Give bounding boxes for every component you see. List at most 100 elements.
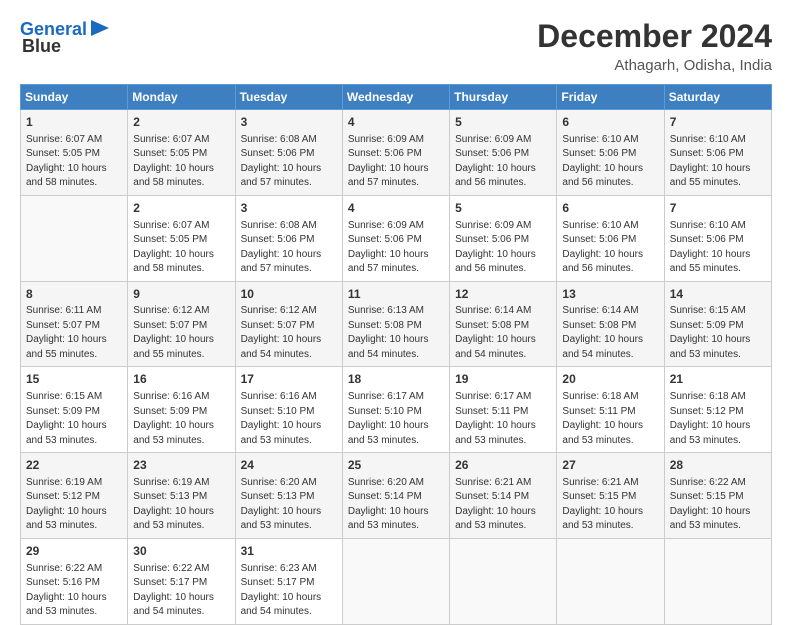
day-number: 13 [562, 286, 658, 303]
logo-arrow-icon [91, 20, 109, 36]
day-number: 2 [133, 200, 229, 217]
day-info: Sunrise: 6:20 AMSunset: 5:13 PMDaylight:… [241, 476, 337, 534]
day-info: Sunrise: 6:21 AMSunset: 5:14 PMDaylight:… [455, 476, 551, 534]
calendar-cell: 23Sunrise: 6:19 AMSunset: 5:13 PMDayligh… [128, 453, 235, 539]
day-info: Sunrise: 6:10 AMSunset: 5:06 PMDaylight:… [562, 219, 658, 277]
title-block: December 2024 Athagarh, Odisha, India [537, 18, 772, 74]
day-number: 12 [455, 286, 551, 303]
calendar-cell: 11Sunrise: 6:13 AMSunset: 5:08 PMDayligh… [342, 281, 449, 367]
day-number: 5 [455, 114, 551, 131]
calendar-cell [664, 538, 771, 624]
day-info: Sunrise: 6:22 AMSunset: 5:15 PMDaylight:… [670, 476, 766, 534]
calendar-cell: 1Sunrise: 6:07 AMSunset: 5:05 PMDaylight… [21, 110, 128, 196]
day-number: 27 [562, 457, 658, 474]
day-info: Sunrise: 6:22 AMSunset: 5:17 PMDaylight:… [133, 562, 229, 620]
calendar-cell: 5Sunrise: 6:09 AMSunset: 5:06 PMDaylight… [450, 195, 557, 281]
day-number: 16 [133, 371, 229, 388]
day-number: 3 [241, 114, 337, 131]
day-number: 21 [670, 371, 766, 388]
calendar-cell: 14Sunrise: 6:15 AMSunset: 5:09 PMDayligh… [664, 281, 771, 367]
col-saturday: Saturday [664, 85, 771, 110]
day-number: 8 [26, 286, 122, 303]
calendar-header-row: Sunday Monday Tuesday Wednesday Thursday… [21, 85, 772, 110]
day-number: 17 [241, 371, 337, 388]
calendar-cell: 16Sunrise: 6:16 AMSunset: 5:09 PMDayligh… [128, 367, 235, 453]
day-info: Sunrise: 6:23 AMSunset: 5:17 PMDaylight:… [241, 562, 337, 620]
col-friday: Friday [557, 85, 664, 110]
calendar-cell: 25Sunrise: 6:20 AMSunset: 5:14 PMDayligh… [342, 453, 449, 539]
calendar-cell: 29 Sunrise: 6:22 AMSunset: 5:16 PMDayligh… [21, 538, 128, 624]
day-number: 1 [26, 114, 122, 131]
calendar-cell: 7Sunrise: 6:10 AMSunset: 5:06 PMDaylight… [664, 195, 771, 281]
day-number: 9 [133, 286, 229, 303]
col-tuesday: Tuesday [235, 85, 342, 110]
day-info: Sunrise: 6:18 AMSunset: 5:11 PMDaylight:… [562, 390, 658, 448]
day-info: Sunrise: 6:14 AMSunset: 5:08 PMDaylight:… [455, 304, 551, 362]
day-info: Sunrise: 6:22 AMSunset: 5:16 PMDaylight:… [26, 562, 122, 620]
day-info: Sunrise: 6:19 AMSunset: 5:12 PMDaylight:… [26, 476, 122, 534]
day-number: 20 [562, 371, 658, 388]
calendar-cell: 7 Sunrise: 6:10 AMSunset: 5:06 PMDaylight… [664, 110, 771, 196]
calendar-cell: 22 Sunrise: 6:19 AMSunset: 5:12 PMDayligh… [21, 453, 128, 539]
day-number: 28 [670, 457, 766, 474]
day-number: 6 [562, 200, 658, 217]
day-info: Sunrise: 6:11 AMSunset: 5:07 PMDaylight:… [26, 304, 122, 362]
col-thursday: Thursday [450, 85, 557, 110]
day-info: Sunrise: 6:10 AMSunset: 5:06 PMDaylight:… [562, 133, 658, 191]
day-number: 7 [670, 114, 766, 131]
logo-blue-text: Blue [22, 37, 61, 57]
day-info: Sunrise: 6:17 AMSunset: 5:10 PMDaylight:… [348, 390, 444, 448]
calendar-page: General Blue December 2024 Athagarh, Odi… [0, 0, 792, 612]
day-number: 18 [348, 371, 444, 388]
page-header: General Blue December 2024 Athagarh, Odi… [20, 18, 772, 74]
day-info: Sunrise: 6:10 AMSunset: 5:06 PMDaylight:… [670, 133, 766, 191]
day-number: 15 [26, 371, 122, 388]
day-info: Sunrise: 6:12 AMSunset: 5:07 PMDaylight:… [133, 304, 229, 362]
day-number: 4 [348, 200, 444, 217]
calendar-cell: 3 Sunrise: 6:08 AMSunset: 5:06 PMDaylight… [235, 195, 342, 281]
calendar-cell: 5Sunrise: 6:09 AMSunset: 5:06 PMDaylight… [450, 110, 557, 196]
calendar-cell: 17 Sunrise: 6:16 AMSunset: 5:10 PMDayligh… [235, 367, 342, 453]
calendar-cell: 6 Sunrise: 6:10 AMSunset: 5:06 PMDaylight… [557, 195, 664, 281]
calendar-cell: 28 Sunrise: 6:22 AMSunset: 5:15 PMDayligh… [664, 453, 771, 539]
calendar-cell [342, 538, 449, 624]
calendar-cell: 26Sunrise: 6:21 AMSunset: 5:14 PMDayligh… [450, 453, 557, 539]
day-number: 30 [133, 543, 229, 560]
day-info: Sunrise: 6:19 AMSunset: 5:13 PMDaylight:… [133, 476, 229, 534]
logo: General Blue [20, 18, 109, 57]
day-info: Sunrise: 6:17 AMSunset: 5:11 PMDaylight:… [455, 390, 551, 448]
location-text: Athagarh, Odisha, India [537, 57, 772, 74]
day-info: Sunrise: 6:13 AMSunset: 5:08 PMDaylight:… [348, 304, 444, 362]
calendar-cell: 4 Sunrise: 6:09 AMSunset: 5:06 PMDaylight… [342, 195, 449, 281]
calendar-cell: 2Sunrise: 6:07 AMSunset: 5:05 PMDaylight… [128, 110, 235, 196]
calendar-cell: 15Sunrise: 6:15 AMSunset: 5:09 PMDayligh… [21, 367, 128, 453]
day-number: 2 [133, 114, 229, 131]
day-number: 3 [241, 200, 337, 217]
day-info: Sunrise: 6:08 AMSunset: 5:06 PMDaylight:… [241, 133, 337, 191]
calendar-cell: 9Sunrise: 6:12 AMSunset: 5:07 PMDaylight… [128, 281, 235, 367]
calendar-cell: 4Sunrise: 6:09 AMSunset: 5:06 PMDaylight… [342, 110, 449, 196]
day-number: 22 [26, 457, 122, 474]
calendar-cell: 24Sunrise: 6:20 AMSunset: 5:13 PMDayligh… [235, 453, 342, 539]
calendar-cell: 30 Sunrise: 6:22 AMSunset: 5:17 PMDayligh… [128, 538, 235, 624]
day-info: Sunrise: 6:16 AMSunset: 5:10 PMDaylight:… [241, 390, 337, 448]
day-info: Sunrise: 6:09 AMSunset: 5:06 PMDaylight:… [348, 219, 444, 277]
calendar-week-3: 8Sunrise: 6:11 AMSunset: 5:07 PMDaylight… [21, 281, 772, 367]
calendar-cell: 21Sunrise: 6:18 AMSunset: 5:12 PMDayligh… [664, 367, 771, 453]
calendar-cell: 20 Sunrise: 6:18 AMSunset: 5:11 PMDayligh… [557, 367, 664, 453]
day-number: 14 [670, 286, 766, 303]
calendar-cell: 19Sunrise: 6:17 AMSunset: 5:11 PMDayligh… [450, 367, 557, 453]
calendar-cell: 10Sunrise: 6:12 AMSunset: 5:07 PMDayligh… [235, 281, 342, 367]
col-wednesday: Wednesday [342, 85, 449, 110]
calendar-cell [450, 538, 557, 624]
day-info: Sunrise: 6:10 AMSunset: 5:06 PMDaylight:… [670, 219, 766, 277]
day-number: 29 [26, 543, 122, 560]
day-info: Sunrise: 6:20 AMSunset: 5:14 PMDaylight:… [348, 476, 444, 534]
col-monday: Monday [128, 85, 235, 110]
day-info: Sunrise: 6:08 AMSunset: 5:06 PMDaylight:… [241, 219, 337, 277]
col-sunday: Sunday [21, 85, 128, 110]
day-number: 5 [455, 200, 551, 217]
month-title: December 2024 [537, 18, 772, 55]
day-number: 6 [562, 114, 658, 131]
day-number: 11 [348, 286, 444, 303]
